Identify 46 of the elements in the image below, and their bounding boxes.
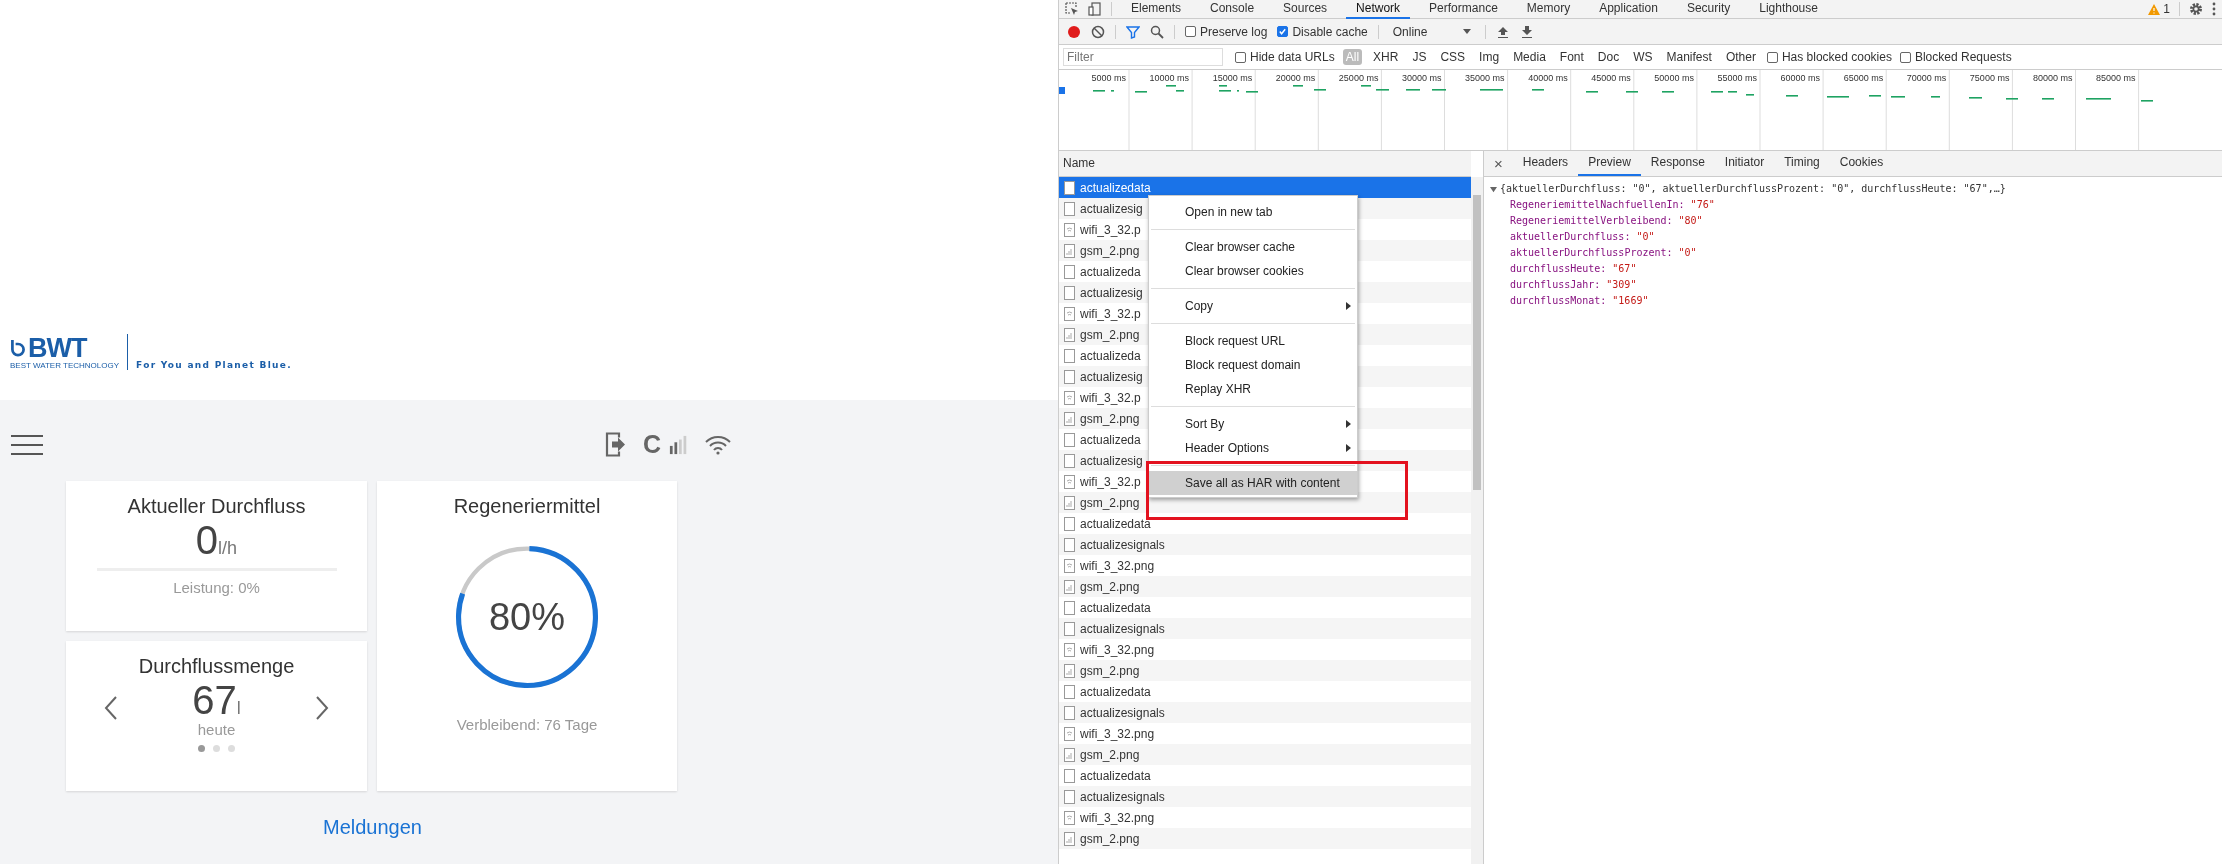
amount-unit: l — [236, 698, 241, 719]
timeline-tick: 70000 ms — [1906, 73, 1947, 83]
timeline-tick: 85000 ms — [2096, 73, 2136, 83]
flow-unit: l/h — [218, 538, 238, 559]
remaining-caption: Verbleibend: 76 Tage — [456, 716, 598, 733]
property-key: aktuellerDurchfluss: — [1510, 231, 1631, 242]
property-value: "76" — [1690, 199, 1715, 210]
performance-caption: Leistung: 0% — [173, 579, 260, 596]
timeline-tick: 5000 ms — [1091, 73, 1126, 83]
timeline-tick: 80000 ms — [2032, 73, 2073, 83]
timeline-tick: 25000 ms — [1338, 73, 1379, 83]
timeline-tick: 60000 ms — [1780, 73, 1821, 83]
timeline-tick: 10000 ms — [1149, 73, 1190, 83]
amount-value: 67 — [192, 678, 237, 722]
property-key: durchflussHeute: — [1510, 263, 1607, 274]
brand-name: BWT — [28, 335, 87, 361]
property-value: "309" — [1606, 279, 1637, 290]
property-value: "80" — [1678, 215, 1703, 226]
timeline-tick: 15000 ms — [1212, 73, 1253, 83]
timeline-tick: 30000 ms — [1401, 73, 1442, 83]
period-label: heute — [197, 722, 236, 737]
brand-subline: BEST WATER TECHNOLOGY — [10, 361, 120, 370]
property-value: "67" — [1612, 263, 1637, 274]
property-key: aktuellerDurchflussProzent: — [1510, 247, 1673, 258]
property-key: RegeneriemittelNachfuellenIn: — [1510, 199, 1685, 210]
object-summary: {aktuellerDurchfluss: "0", aktuellerDurchflussProzent: "0", durchflussHeute: "67",…} — [1500, 182, 2006, 196]
timeline-tick: 35000 ms — [1465, 73, 1505, 83]
status-letter: C — [642, 430, 661, 459]
card-title: Aktueller Durchfluss — [127, 495, 306, 518]
timeline-tick: 65000 ms — [1843, 73, 1884, 83]
card-title: Regeneriermittel — [453, 495, 601, 518]
property-value: "0" — [1678, 247, 1697, 258]
property-key: RegeneriemittelVerbleibend: — [1510, 215, 1673, 226]
property-key: durchflussMonat: — [1510, 295, 1607, 306]
property-key: durchflussJahr: — [1510, 279, 1601, 290]
timeline-tick: 55000 ms — [1717, 73, 1757, 83]
flow-value: 0 — [195, 518, 219, 562]
property-value: "0" — [1636, 231, 1655, 242]
timeline-tick: 20000 ms — [1275, 73, 1316, 83]
tagline: For You and Planet Blue. — [136, 360, 292, 370]
property-value: "1669" — [1612, 295, 1649, 306]
timeline-tick: 50000 ms — [1654, 73, 1694, 83]
timeline-tick: 45000 ms — [1591, 73, 1631, 83]
timeline-tick: 75000 ms — [1969, 73, 2010, 83]
card-title: Durchflussmenge — [138, 655, 295, 678]
timeline-tick: 40000 ms — [1528, 73, 1568, 83]
